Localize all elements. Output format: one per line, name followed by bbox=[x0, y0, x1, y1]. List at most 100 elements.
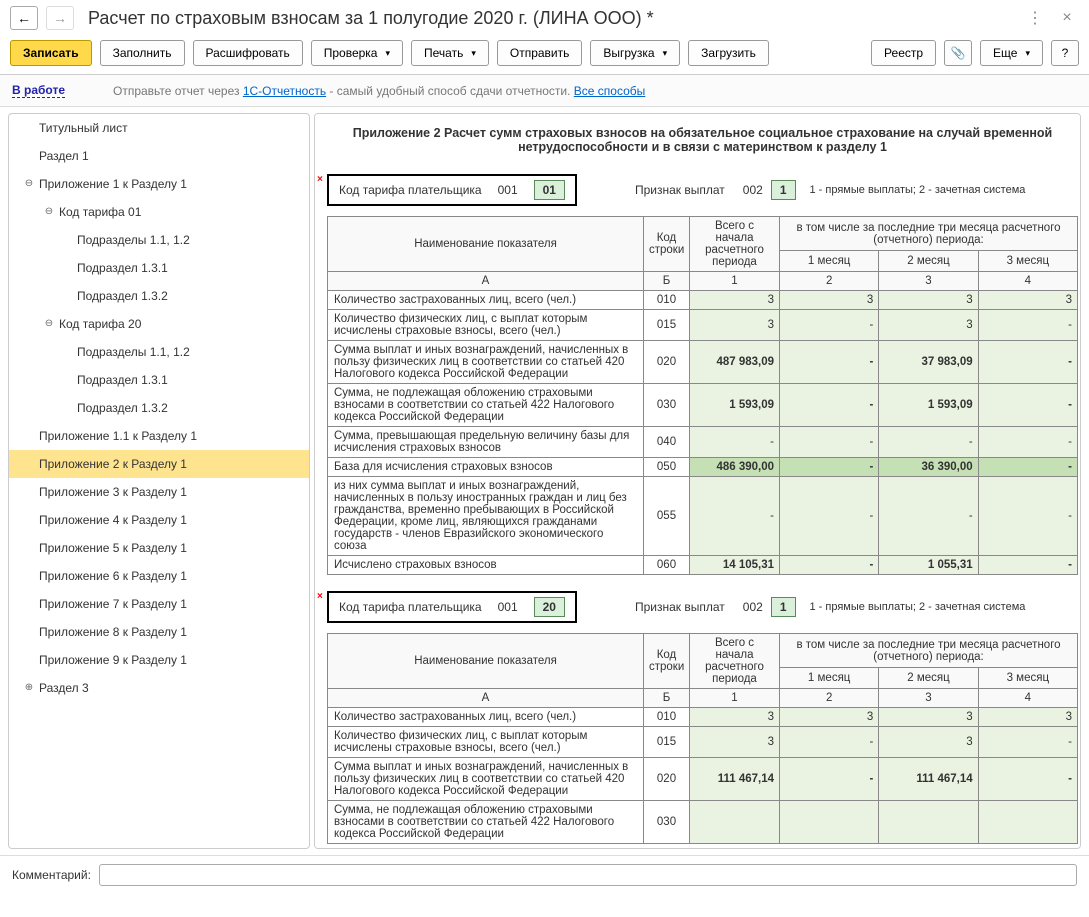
send-button[interactable]: Отправить bbox=[497, 40, 583, 66]
cell[interactable]: - bbox=[879, 477, 978, 556]
cell[interactable]: 3 bbox=[690, 310, 780, 341]
cell[interactable]: 37 983,09 bbox=[879, 341, 978, 384]
tree-item[interactable]: Подразделы 1.1, 1.2 bbox=[9, 338, 309, 366]
link-all-ways[interactable]: Все способы bbox=[574, 84, 646, 98]
cell[interactable]: 3 bbox=[879, 708, 978, 727]
tree-item[interactable]: Титульный лист bbox=[9, 114, 309, 142]
cell[interactable]: - bbox=[879, 427, 978, 458]
tree-item[interactable]: Приложение 2 к Разделу 1 bbox=[9, 450, 309, 478]
print-button[interactable]: Печать bbox=[411, 40, 489, 66]
cell[interactable]: - bbox=[978, 384, 1077, 427]
cell[interactable]: 3 bbox=[978, 291, 1077, 310]
cell[interactable]: 111 467,14 bbox=[690, 758, 780, 801]
tree-item[interactable]: Подраздел 1.3.1 bbox=[9, 254, 309, 282]
tree-item[interactable]: ⊕Раздел 3 bbox=[9, 674, 309, 702]
cell[interactable]: 1 593,09 bbox=[879, 384, 978, 427]
tree-item[interactable]: Приложение 9 к Разделу 1 bbox=[9, 646, 309, 674]
tree-toggle-icon[interactable]: ⊕ bbox=[23, 683, 35, 695]
tree-toggle-icon[interactable]: ⊖ bbox=[23, 179, 35, 191]
cell[interactable]: 1 055,31 bbox=[879, 556, 978, 575]
cell[interactable]: - bbox=[780, 727, 879, 758]
tree-item[interactable]: ⊖Код тарифа 20 bbox=[9, 310, 309, 338]
table-row: Сумма, не подлежащая обложению страховым… bbox=[328, 801, 1078, 844]
write-button[interactable]: Записать bbox=[10, 40, 92, 66]
tree-item[interactable]: Подраздел 1.3.2 bbox=[9, 394, 309, 422]
tree-item[interactable]: Приложение 8 к Разделу 1 bbox=[9, 618, 309, 646]
tree-toggle-icon[interactable]: ⊖ bbox=[43, 319, 55, 331]
tree-item[interactable]: Подразделы 1.1, 1.2 bbox=[9, 226, 309, 254]
cell[interactable]: 111 467,14 bbox=[879, 758, 978, 801]
cell[interactable]: - bbox=[690, 427, 780, 458]
cell[interactable]: 3 bbox=[879, 310, 978, 341]
tariff-value[interactable]: 01 bbox=[534, 180, 565, 200]
cell[interactable]: 1 593,09 bbox=[690, 384, 780, 427]
tariff-value[interactable]: 20 bbox=[534, 597, 565, 617]
cell[interactable]: - bbox=[780, 758, 879, 801]
tree-item[interactable]: Приложение 4 к Разделу 1 bbox=[9, 506, 309, 534]
cell[interactable]: 3 bbox=[879, 727, 978, 758]
cell[interactable]: - bbox=[978, 477, 1077, 556]
back-button[interactable]: ← bbox=[10, 6, 38, 30]
cell[interactable]: 3 bbox=[879, 291, 978, 310]
cell[interactable]: - bbox=[978, 427, 1077, 458]
cell[interactable]: - bbox=[780, 384, 879, 427]
content-area[interactable]: Приложение 2 Расчет сумм страховых взнос… bbox=[314, 113, 1081, 849]
cell[interactable]: 3 bbox=[690, 708, 780, 727]
decrypt-button[interactable]: Расшифровать bbox=[193, 40, 303, 66]
cell[interactable] bbox=[879, 801, 978, 844]
cell[interactable] bbox=[690, 801, 780, 844]
cell[interactable]: - bbox=[780, 427, 879, 458]
tree-item[interactable]: Приложение 3 к Разделу 1 bbox=[9, 478, 309, 506]
cell[interactable]: - bbox=[978, 758, 1077, 801]
cell[interactable]: 3 bbox=[978, 708, 1077, 727]
more-button[interactable]: Еще bbox=[980, 40, 1043, 66]
cell[interactable]: - bbox=[780, 556, 879, 575]
cell[interactable]: 36 390,00 bbox=[879, 458, 978, 477]
cell[interactable]: - bbox=[978, 556, 1077, 575]
cell[interactable]: 14 105,31 bbox=[690, 556, 780, 575]
cell[interactable]: 3 bbox=[780, 291, 879, 310]
export-button[interactable]: Выгрузка bbox=[590, 40, 680, 66]
tree-toggle-icon[interactable]: ⊖ bbox=[43, 207, 55, 219]
tree-item[interactable]: Приложение 6 к Разделу 1 bbox=[9, 562, 309, 590]
sign-value[interactable]: 1 bbox=[771, 180, 796, 200]
cell[interactable]: - bbox=[690, 477, 780, 556]
tree-item[interactable]: Раздел 1 bbox=[9, 142, 309, 170]
cell[interactable]: - bbox=[780, 310, 879, 341]
comment-input[interactable] bbox=[99, 864, 1077, 886]
cell[interactable] bbox=[978, 801, 1077, 844]
tree-item[interactable]: Приложение 5 к Разделу 1 bbox=[9, 534, 309, 562]
sign-value[interactable]: 1 bbox=[771, 597, 796, 617]
cell[interactable]: - bbox=[978, 458, 1077, 477]
attach-button[interactable]: 📎 bbox=[944, 40, 972, 66]
help-button[interactable]: ? bbox=[1051, 40, 1079, 66]
more-icon[interactable]: ⋮ bbox=[1023, 6, 1047, 30]
tree-item[interactable]: ⊖Код тарифа 01 bbox=[9, 198, 309, 226]
tree-item[interactable]: ⊖Приложение 1 к Разделу 1 bbox=[9, 170, 309, 198]
cell[interactable]: - bbox=[978, 727, 1077, 758]
tree-item[interactable]: Приложение 7 к Разделу 1 bbox=[9, 590, 309, 618]
link-1c[interactable]: 1С-Отчетность bbox=[243, 84, 326, 98]
cell[interactable]: - bbox=[780, 477, 879, 556]
cell[interactable]: 3 bbox=[780, 708, 879, 727]
cell[interactable]: 486 390,00 bbox=[690, 458, 780, 477]
forward-button[interactable]: → bbox=[46, 6, 74, 30]
cell[interactable]: 487 983,09 bbox=[690, 341, 780, 384]
cell[interactable]: - bbox=[978, 310, 1077, 341]
load-button[interactable]: Загрузить bbox=[688, 40, 769, 66]
tree-item[interactable]: Подраздел 1.3.2 bbox=[9, 282, 309, 310]
status-label[interactable]: В работе bbox=[12, 83, 65, 98]
registry-button[interactable]: Реестр bbox=[871, 40, 936, 66]
cell[interactable]: - bbox=[780, 458, 879, 477]
fill-button[interactable]: Заполнить bbox=[100, 40, 185, 66]
cell[interactable]: - bbox=[780, 341, 879, 384]
close-icon[interactable]: × bbox=[1055, 6, 1079, 30]
cell[interactable]: 3 bbox=[690, 727, 780, 758]
cell[interactable]: 3 bbox=[690, 291, 780, 310]
check-button[interactable]: Проверка bbox=[311, 40, 403, 66]
cell[interactable] bbox=[780, 801, 879, 844]
tree-item[interactable]: Приложение 1.1 к Разделу 1 bbox=[9, 422, 309, 450]
cell[interactable]: - bbox=[978, 341, 1077, 384]
tree-item[interactable]: Подраздел 1.3.1 bbox=[9, 366, 309, 394]
sidebar[interactable]: Титульный листРаздел 1⊖Приложение 1 к Ра… bbox=[8, 113, 310, 849]
